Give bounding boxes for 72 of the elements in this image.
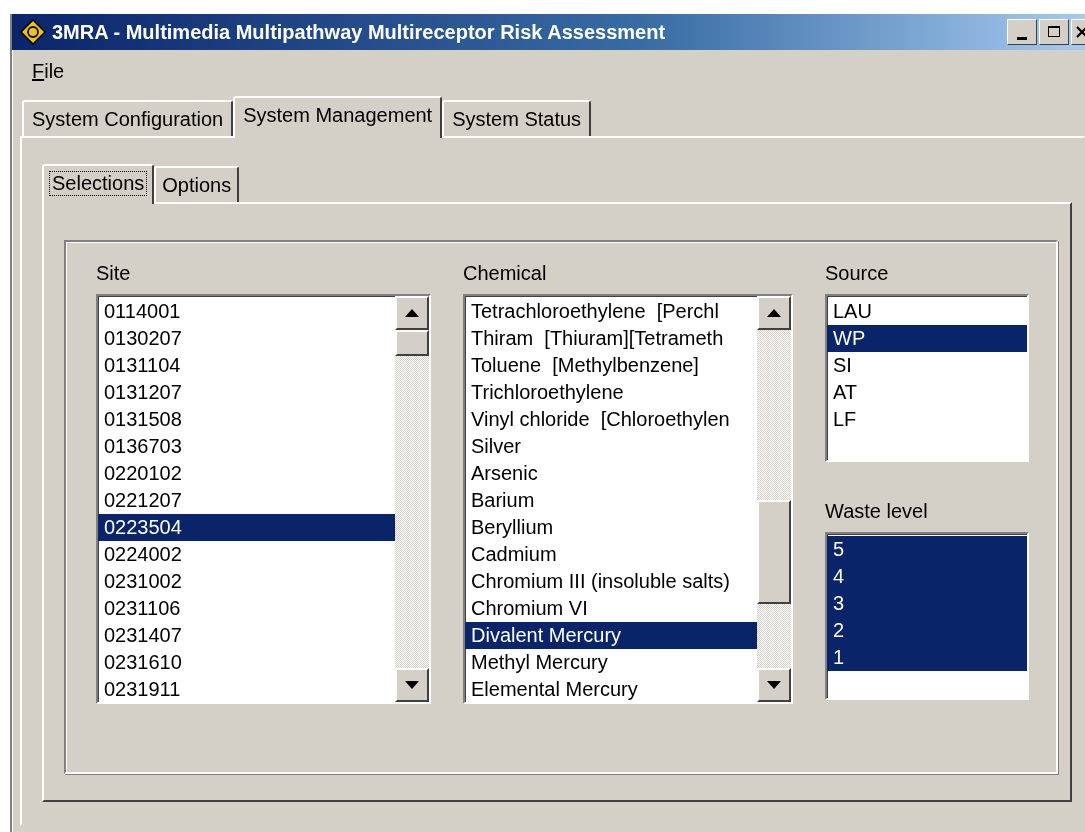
- list-item[interactable]: 0131508: [98, 406, 395, 433]
- list-item[interactable]: 0220102: [98, 460, 395, 487]
- list-item[interactable]: 5: [827, 536, 1027, 563]
- tab[interactable]: Options: [154, 166, 240, 202]
- list-item[interactable]: Trichloroethylene: [465, 379, 757, 406]
- list-item[interactable]: Tetrachloroethylene [Perchl: [465, 298, 757, 325]
- down-arrow-icon: [767, 681, 781, 689]
- list-item[interactable]: 0224002: [98, 541, 395, 568]
- down-arrow-icon: [405, 681, 419, 689]
- tab[interactable]: System Management: [233, 96, 443, 138]
- list-item[interactable]: Silver: [465, 433, 757, 460]
- scroll-down-button[interactable]: [395, 668, 429, 702]
- list-item[interactable]: Beryllium: [465, 514, 757, 541]
- list-item[interactable]: 0231911: [98, 676, 395, 703]
- maximize-icon: [1047, 25, 1061, 39]
- list-item[interactable]: WP: [827, 325, 1027, 352]
- list-item[interactable]: Cadmium: [465, 541, 757, 568]
- list-item[interactable]: Chromium III (insoluble salts): [465, 568, 757, 595]
- scroll-up-button[interactable]: [395, 296, 429, 330]
- list-item[interactable]: 3: [827, 590, 1027, 617]
- list-item[interactable]: SI: [827, 352, 1027, 379]
- list-box[interactable]: LAU WP SI AT LF: [825, 294, 1029, 462]
- list-item[interactable]: 1: [827, 644, 1027, 671]
- scroll-down-button[interactable]: [757, 668, 791, 702]
- list-item[interactable]: 0221207: [98, 487, 395, 514]
- menu-item[interactable]: File: [32, 59, 65, 83]
- scrollbar[interactable]: [757, 296, 791, 702]
- scrollbar[interactable]: [395, 296, 429, 702]
- scroll-up-button[interactable]: [757, 296, 791, 330]
- up-arrow-icon: [405, 309, 419, 317]
- minimize-button[interactable]: [1007, 19, 1037, 45]
- list-item[interactable]: 0136703: [98, 433, 395, 460]
- list-box[interactable]: 0114001 0130207 0131104 0131207 0131508 0136703 0220102 0221207 0223504 0224002 0231002 0231106 0231407 0231610 0231911: [96, 294, 431, 704]
- list-item[interactable]: Divalent Mercury: [465, 622, 757, 649]
- list-item[interactable]: 4: [827, 563, 1027, 590]
- diamond-logo-icon: [20, 19, 46, 45]
- window-title: 3MRA - Multimedia Multipathway Multireceptor Risk Assessment: [52, 20, 667, 44]
- list-label: Source: [825, 261, 889, 286]
- list-item[interactable]: Toluene [Methylbenzene]: [465, 352, 757, 379]
- tab[interactable]: System Status: [442, 100, 592, 136]
- list-item[interactable]: 0231407: [98, 622, 395, 649]
- list-label: Waste level: [825, 499, 928, 524]
- list-item[interactable]: Methyl Mercury: [465, 649, 757, 676]
- list-item[interactable]: 0231002: [98, 568, 395, 595]
- list-item[interactable]: Vinyl chloride [Chloroethylen: [465, 406, 757, 433]
- scroll-thumb[interactable]: [757, 500, 791, 604]
- list-item[interactable]: 0131207: [98, 379, 395, 406]
- list-item[interactable]: Arsenic: [465, 460, 757, 487]
- list-item[interactable]: 0231106: [98, 595, 395, 622]
- list-item[interactable]: 2: [827, 617, 1027, 644]
- list-box[interactable]: 5 4 3 2 1: [825, 532, 1029, 700]
- maximize-button[interactable]: [1039, 19, 1069, 45]
- list-item[interactable]: AT: [827, 379, 1027, 406]
- list-item[interactable]: 0223504: [98, 514, 395, 541]
- list-item[interactable]: 0130207: [98, 325, 395, 352]
- up-arrow-icon: [767, 309, 781, 317]
- list-item[interactable]: LF: [827, 406, 1027, 433]
- list-label: Chemical: [463, 261, 547, 286]
- scroll-thumb[interactable]: [395, 330, 429, 356]
- list-item[interactable]: 0114001: [98, 298, 395, 325]
- list-item[interactable]: 0131104: [98, 352, 395, 379]
- list-box[interactable]: [463, 294, 793, 704]
- list-item[interactable]: Barium: [465, 487, 757, 514]
- list-label: Site: [96, 261, 131, 286]
- list-item[interactable]: Elemental Mercury: [465, 676, 757, 703]
- list-item[interactable]: LAU: [827, 298, 1027, 325]
- list-item[interactable]: Chromium VI: [465, 595, 757, 622]
- tab[interactable]: Selections: [42, 164, 155, 204]
- close-icon: [1075, 25, 1085, 39]
- list-item[interactable]: 0231610: [98, 649, 395, 676]
- minimize-icon: [1017, 36, 1027, 40]
- list-item[interactable]: Thiram [Thiuram][Tetrameth: [465, 325, 757, 352]
